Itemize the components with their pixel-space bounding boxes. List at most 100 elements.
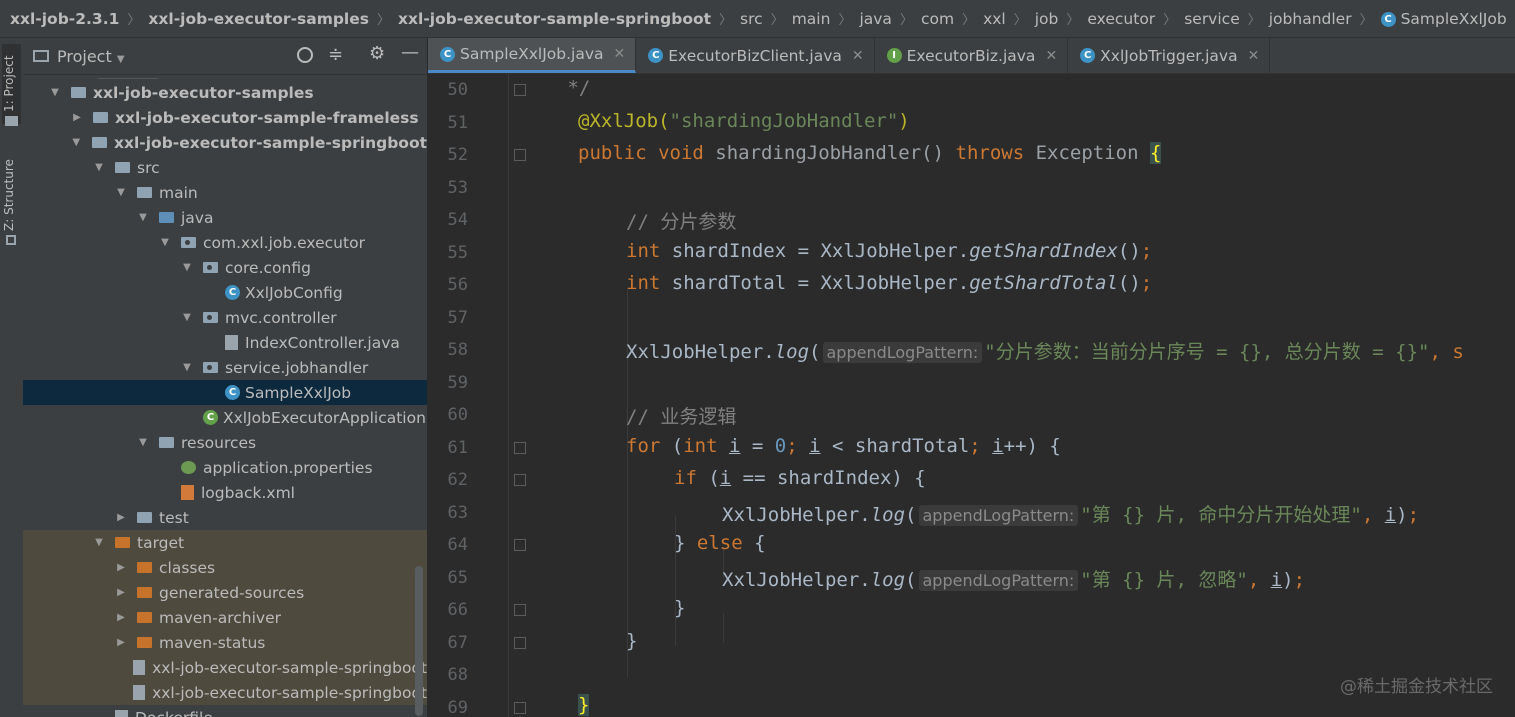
code-text: = <box>740 435 775 457</box>
collapse-arrow-icon[interactable]: ▶ <box>115 637 127 648</box>
tree-item[interactable]: ▶ classes <box>23 555 427 580</box>
breadcrumb-item[interactable]: service <box>1184 10 1240 28</box>
breadcrumb-separator-icon: 〉 <box>770 13 784 28</box>
tree-item[interactable]: ▼ core.config <box>23 255 427 280</box>
collapse-arrow-icon[interactable]: ▶ <box>115 612 127 623</box>
collapse-all-icon[interactable]: ≑ <box>328 44 343 65</box>
fold-marker-icon[interactable] <box>514 604 526 616</box>
collapse-arrow-icon[interactable]: ▶ <box>115 587 127 598</box>
expand-arrow-icon[interactable]: ▼ <box>93 537 105 548</box>
close-icon[interactable]: ✕ <box>1045 48 1057 64</box>
breadcrumb-label: xxl <box>983 9 1006 28</box>
tree-item[interactable]: ▼ com.xxl.job.executor <box>23 230 427 255</box>
tree-item[interactable]: logback.xml <box>23 480 427 505</box>
line-number: 69 <box>447 697 468 717</box>
tree-item[interactable]: ▶ maven-status <box>23 630 427 655</box>
fold-marker-icon[interactable] <box>514 149 526 161</box>
breadcrumb-item[interactable]: executor <box>1087 10 1155 28</box>
excluded-folder-icon <box>137 587 152 598</box>
tree-scrollbar[interactable] <box>415 566 423 716</box>
editor-tab[interactable]: I ExecutorBiz.java ✕ <box>875 38 1069 73</box>
expand-arrow-icon[interactable]: ▼ <box>181 262 193 273</box>
close-icon[interactable]: ✕ <box>614 46 626 62</box>
tree-item-label: xxl-job-executor-sample-springboot <box>113 133 427 152</box>
expand-arrow-icon[interactable]: ▼ <box>70 137 82 148</box>
expand-arrow-icon[interactable]: ▼ <box>181 362 193 373</box>
tree-item[interactable]: xxl-job-executor-sample-springboot <box>23 655 427 680</box>
gear-icon[interactable]: ⚙ <box>369 43 385 64</box>
expand-arrow-icon[interactable]: ▼ <box>137 437 149 448</box>
editor-tab[interactable]: C ExecutorBizClient.java ✕ <box>636 38 875 73</box>
project-tool-tab[interactable]: 1: Project <box>2 44 21 124</box>
breadcrumb-item[interactable]: com <box>921 10 954 28</box>
expand-arrow-icon[interactable]: ▼ <box>181 312 193 323</box>
collapse-arrow-icon[interactable]: ▶ <box>115 512 127 523</box>
hide-panel-icon[interactable]: — <box>401 42 419 63</box>
tree-item[interactable]: application.properties <box>23 455 427 480</box>
breadcrumb-item[interactable]: java <box>859 10 891 28</box>
tree-item[interactable]: ▶ maven-archiver <box>23 605 427 630</box>
breadcrumb-item[interactable]: xxl <box>983 10 1006 28</box>
breadcrumb-separator-icon: 〉 <box>899 13 913 28</box>
collapse-arrow-icon[interactable]: ▶ <box>115 562 127 573</box>
editor-tab[interactable]: C SampleXxlJob.java ✕ <box>428 38 637 73</box>
code-line-63: XxlJobHelper.log(appendLogPattern: "第 {} … <box>722 500 1419 527</box>
expand-arrow-icon[interactable]: ▼ <box>49 87 61 98</box>
tree-item[interactable]: ▶ test <box>23 505 427 530</box>
tree-item[interactable]: ▼ xxl-job-executor-sample-springboot <box>23 130 427 155</box>
expand-arrow-icon[interactable]: ▼ <box>159 237 171 248</box>
locate-icon[interactable] <box>297 47 313 63</box>
fold-marker-icon[interactable] <box>514 474 526 486</box>
breadcrumb-item[interactable]: xxl-job-executor-samples <box>148 10 369 28</box>
tree-item-label: XxlJobConfig <box>245 283 343 302</box>
breadcrumb-item[interactable]: xxl-job-executor-sample-springboot <box>398 10 711 28</box>
tree-item[interactable]: C XxlJobConfig <box>23 280 427 305</box>
line-number: 68 <box>447 665 468 685</box>
tree-item[interactable]: ▼ java <box>23 205 427 230</box>
tree-item[interactable]: IndexController.java <box>23 330 427 355</box>
tree-item[interactable]: C SampleXxlJob <box>23 380 427 405</box>
tree-item[interactable]: ▼ target <box>23 530 427 555</box>
tree-item[interactable]: ▼ xxl-job-executor-samples <box>23 80 427 105</box>
expand-arrow-icon[interactable]: ▼ <box>93 162 105 173</box>
editor-tab[interactable]: C XxlJobTrigger.java ✕ <box>1068 38 1271 73</box>
breadcrumb-item[interactable]: src <box>740 10 763 28</box>
tree-item[interactable]: ▼ main <box>23 180 427 205</box>
tree-item-label: application.properties <box>203 458 373 477</box>
module-icon <box>93 112 108 123</box>
fold-marker-icon[interactable] <box>514 636 526 649</box>
tree-item[interactable]: xxl-job-executor-sample-springboot <box>23 680 427 705</box>
fold-marker-icon[interactable] <box>514 701 526 714</box>
project-view-dropdown[interactable]: Project ▼ <box>57 47 125 66</box>
structure-tool-tab[interactable]: Z: Structure <box>2 150 21 240</box>
code-area[interactable]: 50 51 52 53 54 55 56 57 58 59 60 61 62 63 64 65 66 67 68 69… <box>428 74 1515 717</box>
tree-item-label: xxl-job-executor-samples <box>93 83 314 102</box>
tree-item[interactable]: ▼ mvc.controller <box>23 305 427 330</box>
tree-item[interactable]: C XxlJobExecutorApplication <box>23 405 427 430</box>
variable: i <box>809 435 821 457</box>
tree-item[interactable]: ▼ service.jobhandler <box>23 355 427 380</box>
close-icon[interactable]: ✕ <box>1248 48 1260 64</box>
jar-file-icon <box>132 685 146 700</box>
fold-marker-icon[interactable] <box>514 84 526 96</box>
tree-item[interactable]: ▶ generated-sources <box>23 580 427 605</box>
breadcrumb-item[interactable]: job <box>1035 10 1059 28</box>
breadcrumb-item[interactable]: xxl-job-2.3.1 <box>10 10 119 28</box>
collapse-arrow-icon[interactable]: ▶ <box>71 112 83 123</box>
comma: , <box>1247 569 1271 591</box>
tree-item[interactable]: ▼ src <box>23 155 427 180</box>
fold-marker-icon[interactable] <box>514 539 526 551</box>
expand-arrow-icon[interactable]: ▼ <box>137 212 149 223</box>
expand-arrow-icon[interactable]: ▼ <box>115 187 127 198</box>
breadcrumb-item[interactable]: C SampleXxlJob <box>1380 10 1507 28</box>
breadcrumb-item[interactable]: jobhandler <box>1269 10 1352 28</box>
tree-item[interactable]: Dockerfile <box>23 705 427 717</box>
tree-item[interactable]: ▼ resources <box>23 430 427 455</box>
fold-marker-icon[interactable] <box>514 441 526 454</box>
line-number: 50 <box>447 80 468 100</box>
semicolon: ; <box>1140 272 1153 294</box>
breadcrumb-item[interactable]: main <box>792 10 831 28</box>
tree-item[interactable]: ▶ xxl-job-executor-sample-frameless <box>23 105 427 130</box>
breadcrumb-separator-icon: 〉 <box>127 13 141 28</box>
close-icon[interactable]: ✕ <box>852 48 864 64</box>
